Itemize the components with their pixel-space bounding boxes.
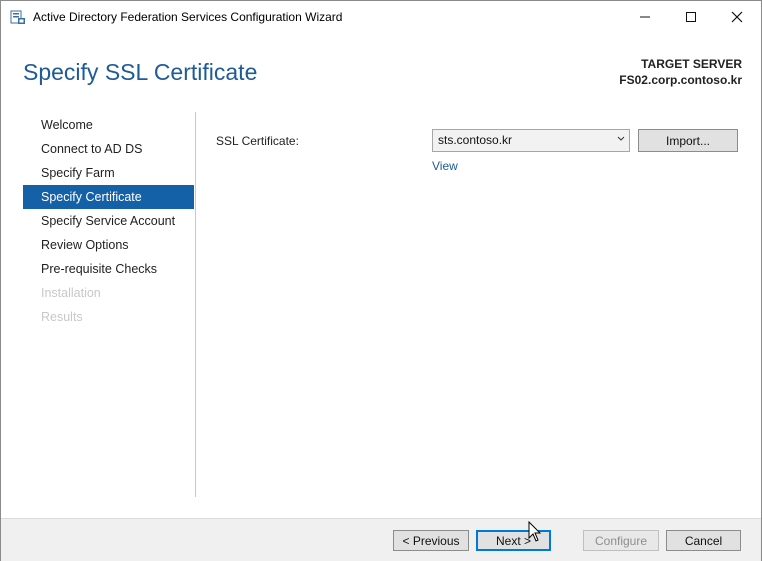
- ssl-certificate-dropdown[interactable]: sts.contoso.kr: [432, 129, 630, 152]
- mouse-pointer-icon: [528, 521, 542, 542]
- import-button[interactable]: Import...: [638, 129, 738, 152]
- nav-divider: [195, 112, 196, 497]
- nav-item-prerequisite-checks[interactable]: Pre-requisite Checks: [23, 257, 194, 281]
- target-server-name: FS02.corp.contoso.kr: [619, 73, 742, 87]
- ssl-certificate-value: sts.contoso.kr: [438, 133, 513, 147]
- nav-item-results: Results: [41, 310, 83, 324]
- maximize-button[interactable]: [668, 1, 714, 33]
- maximize-icon: [686, 12, 696, 22]
- view-certificate-link[interactable]: View: [432, 159, 458, 173]
- nav-item-specify-service-account[interactable]: Specify Service Account: [23, 209, 194, 233]
- page-title: Specify SSL Certificate: [23, 59, 258, 85]
- nav-item-connect-to-ad-ds[interactable]: Connect to AD DS: [23, 137, 194, 161]
- adfs-wizard-icon: [10, 10, 25, 24]
- close-button[interactable]: [714, 1, 760, 33]
- previous-button[interactable]: < Previous: [393, 530, 469, 551]
- nav-item-review-options[interactable]: Review Options: [23, 233, 194, 257]
- close-icon: [731, 11, 743, 23]
- wizard-steps-nav: Welcome Connect to AD DS Specify Farm Sp…: [23, 113, 194, 329]
- nav-item-installation: Installation: [41, 286, 101, 300]
- title-bar[interactable]: Active Directory Federation Services Con…: [1, 1, 761, 33]
- chevron-down-icon: [617, 136, 625, 141]
- target-server-block: TARGET SERVER FS02.corp.contoso.kr: [619, 56, 742, 88]
- window-title: Active Directory Federation Services Con…: [33, 10, 343, 24]
- configure-button: Configure: [583, 530, 659, 551]
- target-server-label: TARGET SERVER: [641, 57, 742, 71]
- ssl-certificate-label: SSL Certificate:: [216, 134, 299, 148]
- wizard-footer: < Previous Next > Configure Cancel: [1, 518, 761, 561]
- nav-item-welcome[interactable]: Welcome: [23, 113, 194, 137]
- nav-item-specify-farm[interactable]: Specify Farm: [23, 161, 194, 185]
- cancel-button[interactable]: Cancel: [666, 530, 741, 551]
- minimize-icon: [640, 16, 650, 18]
- minimize-button[interactable]: [622, 1, 668, 33]
- nav-item-specify-certificate[interactable]: Specify Certificate: [23, 185, 194, 209]
- wizard-window: Active Directory Federation Services Con…: [0, 0, 762, 561]
